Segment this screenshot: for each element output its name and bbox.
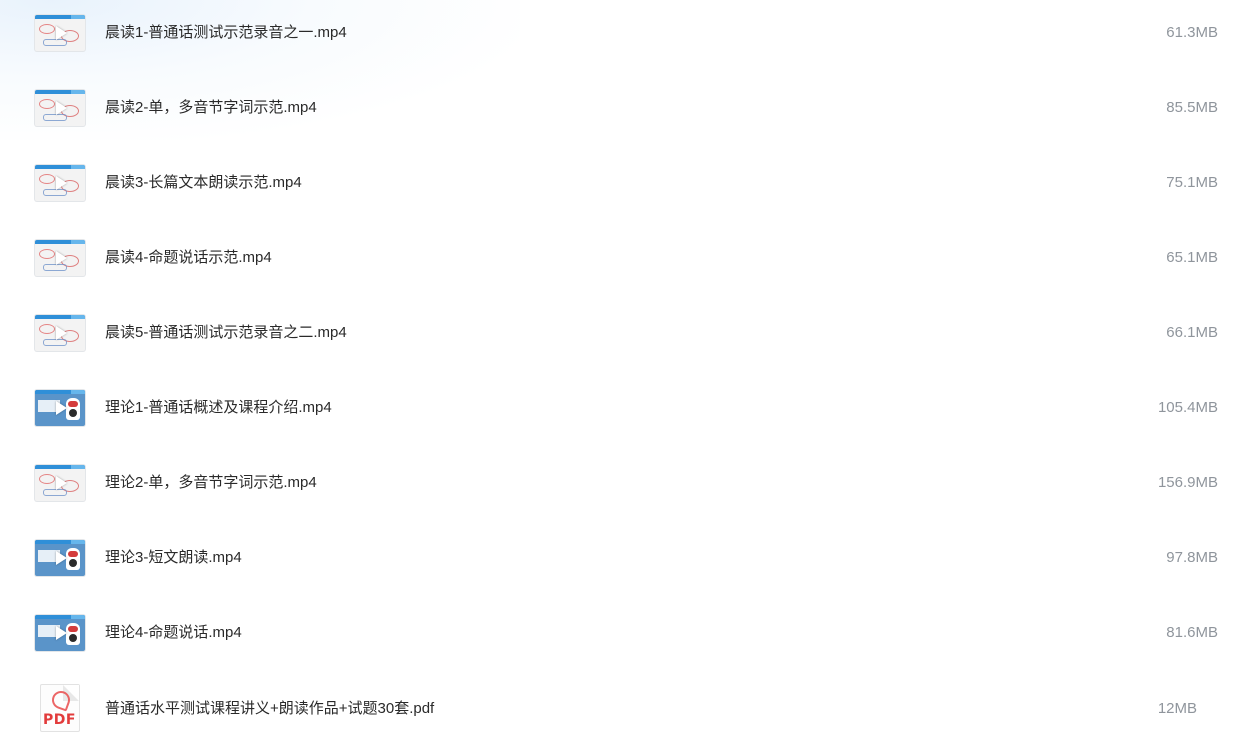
file-name[interactable]: 晨读2-单，多音节字词示范.mp4: [105, 98, 317, 118]
pdf-file-icon: PDF: [40, 684, 80, 732]
file-row[interactable]: 晨读3-长篇文本朗读示范.mp4 75.1MB: [0, 150, 1257, 225]
video-thumbnail-icon: [35, 315, 85, 351]
video-thumbnail-icon: [35, 240, 85, 276]
file-row[interactable]: 晨读2-单，多音节字词示范.mp4 85.5MB: [0, 75, 1257, 150]
play-icon: [56, 176, 67, 190]
file-size: 12MB: [1157, 700, 1197, 717]
video-thumbnail-icon: [35, 165, 85, 201]
file-name[interactable]: 晨读5-普通话测试示范录音之二.mp4: [105, 323, 347, 343]
play-icon: [56, 326, 67, 340]
file-size: 97.8MB: [1166, 549, 1218, 566]
file-row[interactable]: PDF 普通话水平测试课程讲义+朗读作品+试题30套.pdf 12MB: [0, 675, 1257, 732]
file-size: 156.9MB: [1157, 474, 1218, 491]
file-row[interactable]: 晨读1-普通话测试示范录音之一.mp4 61.3MB: [0, 0, 1257, 75]
file-size: 105.4MB: [1157, 399, 1218, 416]
video-thumbnail-icon: [35, 390, 85, 426]
file-row[interactable]: 理论1-普通话概述及课程介绍.mp4 105.4MB: [0, 375, 1257, 450]
video-thumbnail-icon: [35, 540, 85, 576]
play-icon: [56, 476, 67, 490]
play-icon: [56, 101, 67, 115]
file-name[interactable]: 晨读1-普通话测试示范录音之一.mp4: [105, 23, 347, 43]
play-icon: [56, 251, 67, 265]
play-icon: [56, 626, 67, 640]
file-row[interactable]: 理论4-命题说话.mp4 81.6MB: [0, 600, 1257, 675]
file-size: 66.1MB: [1166, 324, 1218, 341]
file-name[interactable]: 理论4-命题说话.mp4: [105, 623, 242, 643]
file-size: 65.1MB: [1166, 249, 1218, 266]
file-row[interactable]: 理论2-单，多音节字词示范.mp4 156.9MB: [0, 450, 1257, 525]
file-row[interactable]: 晨读5-普通话测试示范录音之二.mp4 66.1MB: [0, 300, 1257, 375]
file-name[interactable]: 普通话水平测试课程讲义+朗读作品+试题30套.pdf: [105, 699, 434, 719]
file-name[interactable]: 理论2-单，多音节字词示范.mp4: [105, 473, 317, 493]
play-icon: [56, 26, 67, 40]
file-name[interactable]: 晨读3-长篇文本朗读示范.mp4: [105, 173, 302, 193]
file-size: 75.1MB: [1166, 174, 1218, 191]
file-row[interactable]: 理论3-短文朗读.mp4 97.8MB: [0, 525, 1257, 600]
file-row[interactable]: 晨读4-命题说话示范.mp4 65.1MB: [0, 225, 1257, 300]
video-thumbnail-icon: [35, 465, 85, 501]
file-list: 晨读1-普通话测试示范录音之一.mp4 61.3MB 晨读2-单，多音节字词示范…: [0, 0, 1257, 732]
file-size: 85.5MB: [1166, 99, 1218, 116]
play-icon: [56, 551, 67, 565]
video-thumbnail-icon: [35, 615, 85, 651]
file-name[interactable]: 晨读4-命题说话示范.mp4: [105, 248, 272, 268]
file-size: 61.3MB: [1166, 24, 1218, 41]
video-thumbnail-icon: [35, 15, 85, 51]
video-thumbnail-icon: [35, 90, 85, 126]
play-icon: [56, 401, 67, 415]
file-size: 81.6MB: [1166, 624, 1218, 641]
file-name[interactable]: 理论1-普通话概述及课程介绍.mp4: [105, 398, 332, 418]
pdf-icon-label: PDF: [43, 712, 76, 728]
file-name[interactable]: 理论3-短文朗读.mp4: [105, 548, 242, 568]
